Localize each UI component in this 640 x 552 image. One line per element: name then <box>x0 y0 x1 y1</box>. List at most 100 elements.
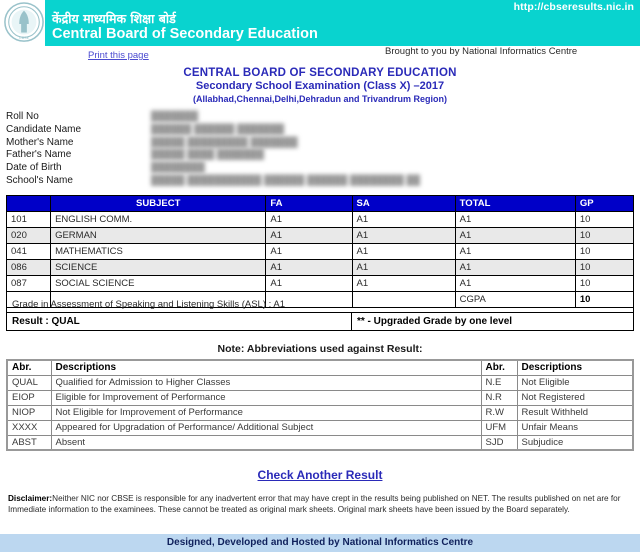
subject-code: 101 <box>5 211 52 228</box>
abbreviations-note: Note: Abbreviations used against Result: <box>217 343 423 355</box>
table-row: 041 MATHEMATICS A1 A1 A1 10 <box>5 243 635 260</box>
result-page: CBSE http://cbseresults.nic.in केंद्रीय … <box>0 0 640 552</box>
subject-code: 087 <box>5 275 52 292</box>
subject-fa: A1 <box>265 259 353 276</box>
print-this-page-link[interactable]: Print this page <box>88 50 149 61</box>
result-status: Result : QUAL <box>7 313 352 330</box>
footer-band: Designed, Developed and Hosted by Nation… <box>0 534 640 552</box>
father-name-label: Father's Name <box>6 149 72 161</box>
abbr-col-header-desc-2: Descriptions <box>516 359 634 376</box>
disclaimer-label: Disclaimer: <box>8 494 53 503</box>
subject-gp: 10 <box>574 275 635 292</box>
mother-name-value: █████ █████████ ███████ <box>151 136 298 148</box>
father-name-value: █████ ████ ███████ <box>151 149 264 161</box>
subject-gp: 10 <box>574 211 635 228</box>
disclaimer-text: Disclaimer:Neither NIC nor CBSE is respo… <box>8 494 632 515</box>
abbr-code-left: NIOP <box>6 404 52 421</box>
subject-total: A1 <box>454 275 576 292</box>
date-of-birth-label: Date of Birth <box>6 162 62 174</box>
abbr-code-right: UFM <box>480 419 518 436</box>
subject-code: 020 <box>5 227 52 244</box>
subject-gp: 10 <box>574 227 635 244</box>
date-of-birth-value: ████████ <box>151 162 205 174</box>
result-row: Result : QUAL ** - Upgraded Grade by one… <box>6 313 634 331</box>
abbr-desc-left: Appeared for Upgradation of Performance/… <box>50 419 482 436</box>
roll-no-value: ███████ <box>151 111 199 122</box>
subject-sa: A1 <box>351 259 456 276</box>
subject-total: A1 <box>454 211 576 228</box>
table-row: 101 ENGLISH COMM. A1 A1 A1 10 <box>5 211 635 228</box>
candidate-name-label: Candidate Name <box>6 123 82 135</box>
marks-table: SUBJECT FA SA TOTAL GP 101 ENGLISH COMM.… <box>5 195 635 308</box>
col-header-code <box>5 195 52 212</box>
subject-sa: A1 <box>351 211 456 228</box>
title-line-3: (Allabhad,Chennai,Delhi,Dehradun and Tri… <box>192 94 448 104</box>
svg-text:CBSE: CBSE <box>19 35 30 40</box>
col-header-sa: SA <box>351 195 456 212</box>
brought-to-you-by-text: Brought to you by National Informatics C… <box>385 46 578 57</box>
subject-code: 041 <box>5 243 52 260</box>
subject-name: SCIENCE <box>50 259 267 276</box>
subject-name: ENGLISH COMM. <box>50 211 267 228</box>
subject-fa: A1 <box>265 243 353 260</box>
school-name-value: █████ ███████████ ██████ ██████ ████████… <box>151 174 420 186</box>
upgraded-grade-note: ** - Upgraded Grade by one level <box>357 316 513 327</box>
candidate-field-row: School's Name █████ ███████████ ██████ █… <box>6 175 506 188</box>
abbr-desc-left: Absent <box>50 434 482 451</box>
abbr-col-header-abr-2: Abr. <box>480 359 518 376</box>
table-row: QUAL Qualified for Admission to Higher C… <box>6 374 634 391</box>
col-header-fa: FA <box>265 195 353 212</box>
abbr-code-left: EIOP <box>6 389 52 406</box>
candidate-name-value: ██████ ██████ ███████ <box>151 123 285 135</box>
table-row: XXXX Appeared for Upgradation of Perform… <box>6 419 634 436</box>
header-english-title: Central Board of Secondary Education <box>52 26 318 42</box>
site-url: http://cbseresults.nic.in <box>513 1 634 13</box>
abbr-desc-right: Subjudice <box>516 434 634 451</box>
header-hindi-title: केंद्रीय माध्यमिक शिक्षा बोर्ड <box>52 11 176 26</box>
abbr-col-header-abr-1: Abr. <box>6 359 52 376</box>
marks-table-header-row: SUBJECT FA SA TOTAL GP <box>5 195 635 212</box>
abbr-code-right: N.E <box>480 374 518 391</box>
asl-grade-row: Grade in Assessment of Speaking and List… <box>6 296 634 313</box>
abbr-code-left: XXXX <box>6 419 52 436</box>
abbr-code-left: ABST <box>6 434 52 451</box>
table-row: NIOP Not Eligible for Improvement of Per… <box>6 404 634 421</box>
abbr-code-right: R.W <box>480 404 518 421</box>
check-another-result-link[interactable]: Check Another Result <box>0 468 640 482</box>
candidate-field-row: Candidate Name ██████ ██████ ███████ <box>6 124 506 137</box>
subject-sa: A1 <box>351 227 456 244</box>
school-name-label: School's Name <box>6 174 73 186</box>
abbr-desc-right: Unfair Means <box>516 419 634 436</box>
abbreviations-table: Abr. Descriptions Abr. Descriptions QUAL… <box>6 359 634 451</box>
subject-fa: A1 <box>265 275 353 292</box>
abbr-code-left: QUAL <box>6 374 52 391</box>
table-row: 087 SOCIAL SCIENCE A1 A1 A1 10 <box>5 275 635 292</box>
candidate-field-row: Father's Name █████ ████ ███████ <box>6 149 506 162</box>
subject-code: 086 <box>5 259 52 276</box>
abbr-desc-right: Not Eligible <box>516 374 634 391</box>
col-header-subject: SUBJECT <box>50 195 267 212</box>
table-row: EIOP Eligible for Improvement of Perform… <box>6 389 634 406</box>
abbr-header-row: Abr. Descriptions Abr. Descriptions <box>6 359 634 376</box>
col-header-gp: GP <box>574 195 635 212</box>
abbr-desc-left: Not Eligible for Improvement of Performa… <box>50 404 482 421</box>
abbr-code-right: SJD <box>480 434 518 451</box>
abbr-desc-right: Result Withheld <box>516 404 634 421</box>
subject-fa: A1 <box>265 211 353 228</box>
subject-total: A1 <box>454 243 576 260</box>
subject-gp: 10 <box>574 243 635 260</box>
subject-total: A1 <box>454 227 576 244</box>
table-row: 086 SCIENCE A1 A1 A1 10 <box>5 259 635 276</box>
disclaimer-body: Neither NIC nor CBSE is responsible for … <box>8 494 621 514</box>
cbse-emblem-icon: CBSE <box>3 1 45 45</box>
subject-total: A1 <box>454 259 576 276</box>
candidate-field-row: Date of Birth ████████ <box>6 162 506 175</box>
subject-fa: A1 <box>265 227 353 244</box>
subject-sa: A1 <box>351 243 456 260</box>
abbr-desc-right: Not Registered <box>516 389 634 406</box>
title-line-2: Secondary School Examination (Class X) –… <box>195 80 445 92</box>
subject-sa: A1 <box>351 275 456 292</box>
title-line-1: CENTRAL BOARD OF SECONDARY EDUCATION <box>183 67 457 79</box>
table-row: 020 GERMAN A1 A1 A1 10 <box>5 227 635 244</box>
subject-name: SOCIAL SCIENCE <box>50 275 267 292</box>
